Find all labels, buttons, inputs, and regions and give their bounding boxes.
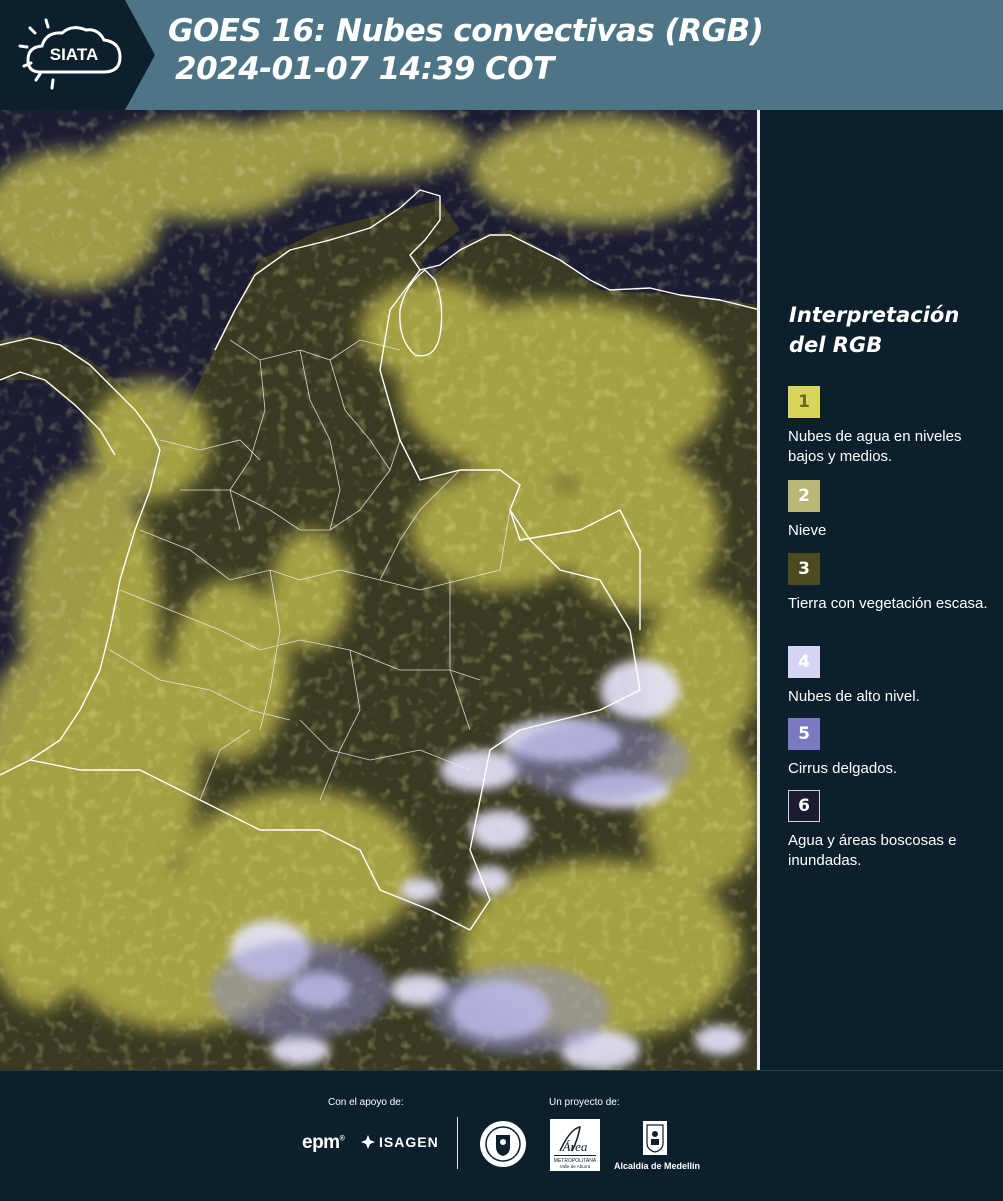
siata-logo[interactable]: SIATA xyxy=(0,0,155,110)
legend-swatch-1: 1 xyxy=(788,386,820,418)
epm-logo[interactable]: epm® xyxy=(302,1132,345,1154)
header-bar: SIATA GOES 16: Nubes convectivas (RGB) 2… xyxy=(0,0,1003,110)
area-metropolitana-logo[interactable]: Área METROPOLITANA Valle de Aburrá xyxy=(550,1119,600,1171)
alcaldia-text: Alcaldía de Medellín xyxy=(613,1161,701,1171)
page-title: GOES 16: Nubes convectivas (RGB) 2024-01… xyxy=(168,12,764,88)
legend-label-5: Cirrus delgados. xyxy=(788,760,898,777)
legend-item-1: 1 Nubes de agua en niveles bajos y medio… xyxy=(788,386,988,467)
footer-bar: Con el apoyo de: Un proyecto de: epm® IS… xyxy=(0,1070,1003,1201)
legend-label-1: Nubes de agua en niveles bajos y medios. xyxy=(788,428,962,465)
legend-label-4: Nubes de alto nivel. xyxy=(788,688,920,705)
legend-item-2: 2 Nieve xyxy=(788,480,988,541)
satellite-map[interactable] xyxy=(0,110,760,1070)
isagen-logo-text: ISAGEN xyxy=(379,1134,439,1150)
legend-swatch-5: 5 xyxy=(788,718,820,750)
legend-number-1: 1 xyxy=(798,392,810,412)
legend-number-2: 2 xyxy=(798,486,810,506)
legend-swatch-4: 4 xyxy=(788,646,820,678)
satellite-image xyxy=(0,110,760,1070)
legend-swatch-6: 6 xyxy=(788,790,820,822)
title-line-product: GOES 16: Nubes convectivas (RGB) xyxy=(168,13,764,49)
legend-number-3: 3 xyxy=(798,559,810,579)
siata-logo-text: SIATA xyxy=(50,45,98,64)
support-label: Con el apoyo de: xyxy=(328,1097,404,1108)
legend-number-5: 5 xyxy=(798,724,810,744)
epm-logo-text: epm xyxy=(302,1132,340,1153)
legend-title: Interpretación del RGB xyxy=(789,303,960,357)
footer-divider xyxy=(457,1117,458,1169)
legend-item-3: 3 Tierra con vegetación escasa. xyxy=(788,553,988,614)
isagen-logo[interactable]: ISAGEN xyxy=(360,1134,439,1150)
legend-label-6: Agua y áreas boscosas e inundadas. xyxy=(788,832,957,869)
isagen-mark-icon xyxy=(361,1135,375,1149)
legend-item-4: 4 Nubes de alto nivel. xyxy=(788,646,988,707)
legend-panel: Interpretación del RGB 1 Nubes de agua e… xyxy=(760,110,1003,1070)
legend-number-6: 6 xyxy=(798,796,810,816)
cloud-texture xyxy=(0,110,760,1070)
title-line-datetime: 2024-01-07 14:39 COT xyxy=(175,51,554,87)
legend-item-6: 6 Agua y áreas boscosas e inundadas. xyxy=(788,790,988,871)
legend-swatch-3: 3 xyxy=(788,553,820,585)
medellin-seal-logo[interactable] xyxy=(478,1119,528,1174)
alcaldia-shield-icon xyxy=(643,1121,667,1155)
legend-label-2: Nieve xyxy=(788,522,827,539)
svg-text:Valle de Aburrá: Valle de Aburrá xyxy=(560,1164,591,1169)
svg-text:Área: Área xyxy=(562,1139,588,1154)
legend-number-4: 4 xyxy=(798,652,810,672)
project-label: Un proyecto de: xyxy=(549,1097,620,1108)
legend-item-5: 5 Cirrus delgados. xyxy=(788,718,988,779)
alcaldia-medellin-logo[interactable]: Alcaldía de Medellín xyxy=(612,1119,702,1171)
legend-label-3: Tierra con vegetación escasa. xyxy=(788,595,988,612)
legend-swatch-2: 2 xyxy=(788,480,820,512)
